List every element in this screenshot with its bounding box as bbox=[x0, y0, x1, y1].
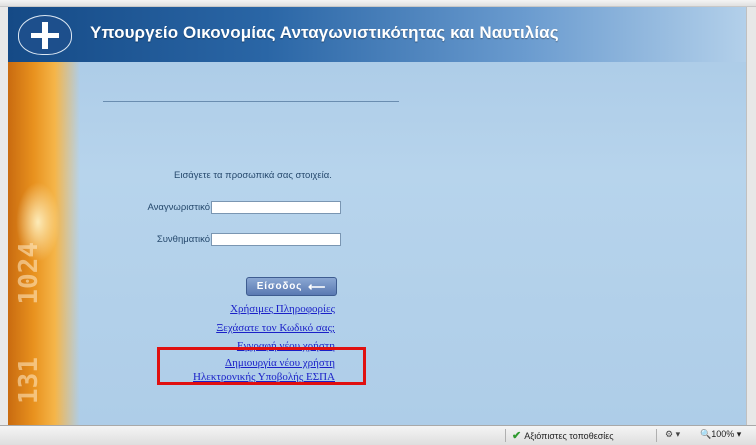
ministry-title: Υπουργείο Οικονομίας Ανταγωνιστικότητας … bbox=[90, 23, 559, 42]
decorative-side-graphic: 1024 131 bbox=[8, 62, 80, 425]
divider bbox=[103, 101, 399, 102]
login-prompt: Εισάγετε τα προσωπικά σας στοιχεία. bbox=[174, 170, 332, 181]
zone-label: Αξιόπιστες τοποθεσίες bbox=[524, 430, 614, 441]
browser-window: Υπουργείο Οικονομίας Ανταγωνιστικότητας … bbox=[0, 0, 756, 445]
login-button[interactable]: Είσοδος ⟵ bbox=[246, 277, 337, 296]
username-field[interactable] bbox=[211, 201, 341, 214]
security-zone: ✔ Αξιόπιστες τοποθεσίες bbox=[512, 429, 614, 442]
zoom-level: 100% bbox=[711, 429, 735, 439]
password-label: Συνθηματικό bbox=[156, 234, 210, 245]
login-page: Υπουργείο Οικονομίας Ανταγωνιστικότητας … bbox=[8, 7, 746, 425]
password-field[interactable] bbox=[211, 233, 341, 246]
login-button-label: Είσοδος bbox=[256, 281, 303, 292]
decor-number: 131 bbox=[14, 357, 44, 404]
zoom-control[interactable]: 🔍100% ▾ bbox=[700, 429, 741, 440]
right-border bbox=[746, 7, 756, 425]
greek-flag-emblem-icon bbox=[18, 15, 72, 55]
status-bar: ✔ Αξιόπιστες τοποθεσίες ⚙ ▾ 🔍100% ▾ bbox=[0, 425, 756, 445]
highlight-annotation bbox=[157, 347, 366, 385]
protected-mode-icon[interactable]: ⚙ ▾ bbox=[665, 429, 680, 440]
header-banner: Υπουργείο Οικονομίας Ανταγωνιστικότητας … bbox=[8, 7, 746, 62]
username-label: Αναγνωριστικό bbox=[147, 202, 210, 213]
decor-number: 1024 bbox=[14, 242, 44, 305]
link-forgot-password[interactable]: Ξεχάσατε τον Κωδικό σας; bbox=[216, 322, 335, 334]
top-toolbar-edge bbox=[0, 0, 756, 7]
link-useful-info[interactable]: Χρήσιμες Πληροφορίες bbox=[230, 303, 335, 315]
enter-arrow-icon: ⟵ bbox=[308, 279, 327, 294]
trusted-check-icon: ✔ bbox=[512, 430, 522, 442]
